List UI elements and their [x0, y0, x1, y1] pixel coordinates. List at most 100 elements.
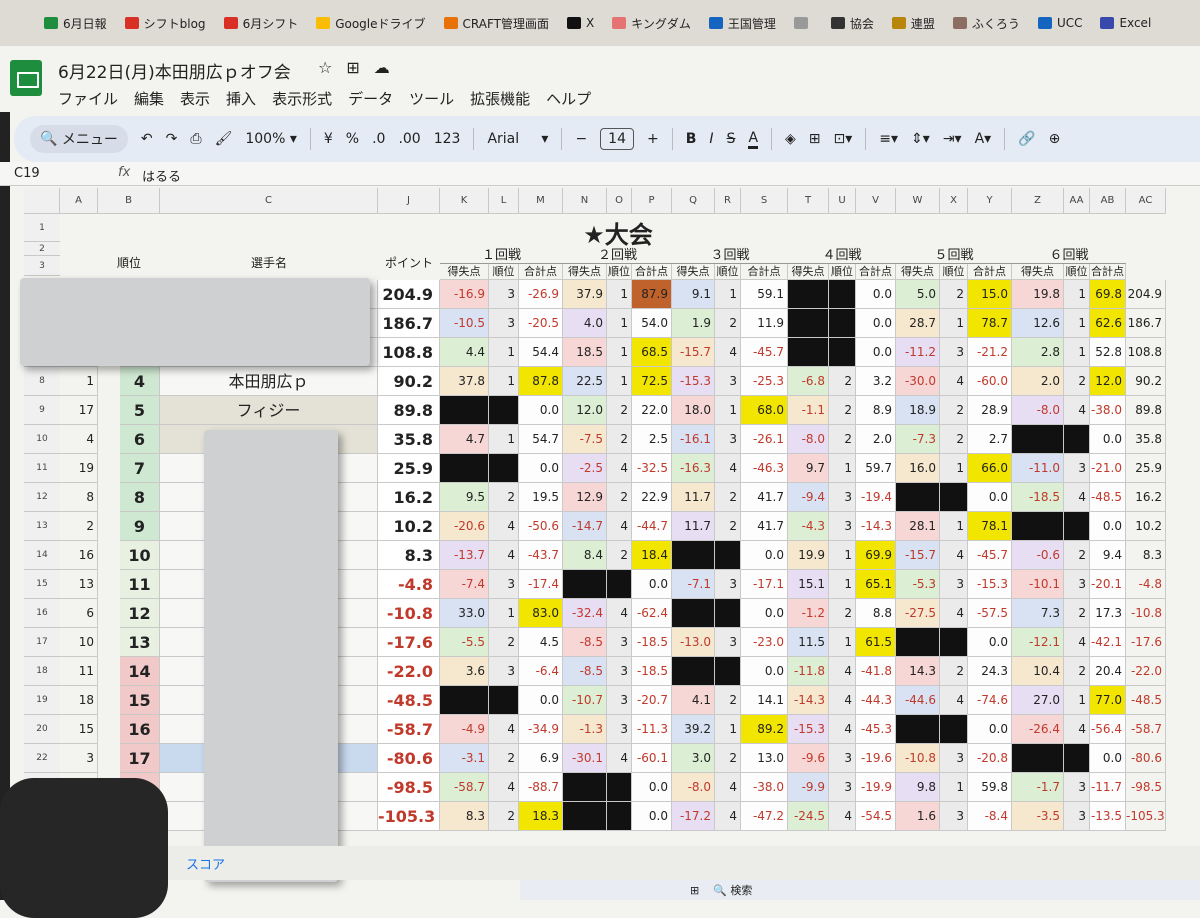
score-cell[interactable]: 0.0	[519, 686, 563, 715]
points-cell[interactable]: -4.8	[378, 570, 440, 599]
score-cell[interactable]: -7.1	[672, 570, 715, 599]
score-cell[interactable]: -21.0	[1090, 454, 1126, 483]
rank-a-cell[interactable]: 2	[60, 512, 98, 541]
rank-a-cell[interactable]: 10	[60, 628, 98, 657]
score-cell[interactable]: -4.9	[440, 715, 489, 744]
bookmark-item[interactable]: シフトblog	[124, 15, 206, 32]
score-cell[interactable]: 4	[607, 512, 632, 541]
total-cell[interactable]: -22.0	[1126, 657, 1166, 686]
score-cell[interactable]: 1	[1064, 309, 1090, 338]
score-cell[interactable]: 2	[829, 599, 856, 628]
score-cell[interactable]: -20.7	[632, 686, 672, 715]
score-cell[interactable]: 0.0	[968, 483, 1012, 512]
score-cell[interactable]: 4	[715, 454, 741, 483]
score-cell[interactable]: 68.5	[632, 338, 672, 367]
score-cell[interactable]: 22.9	[632, 483, 672, 512]
score-cell[interactable]: 37.9	[563, 280, 607, 309]
score-cell[interactable]: -1.1	[788, 396, 829, 425]
score-cell[interactable]: 4	[1064, 483, 1090, 512]
score-cell[interactable]: 1	[829, 541, 856, 570]
column-header[interactable]: N	[563, 188, 607, 214]
score-cell[interactable]: 0.0	[856, 280, 896, 309]
decrease-decimal-button[interactable]: .0	[372, 131, 385, 147]
rank-cell[interactable]: 9	[120, 512, 160, 541]
document-title[interactable]: 6月22日(月)本田朋広ｐオフ会	[58, 58, 291, 83]
points-cell[interactable]: -58.7	[378, 715, 440, 744]
font-size-input[interactable]: 14	[600, 128, 634, 150]
score-cell[interactable]: -7.5	[563, 425, 607, 454]
score-cell[interactable]: 4	[940, 367, 968, 396]
score-cell[interactable]: -11.3	[632, 715, 672, 744]
score-cell[interactable]: -15.7	[672, 338, 715, 367]
score-cell[interactable]: 2	[489, 628, 519, 657]
score-cell[interactable]: 28.7	[896, 309, 940, 338]
score-cell[interactable]: -45.3	[856, 715, 896, 744]
row-header[interactable]: 12	[24, 483, 60, 512]
row-header[interactable]: 19	[24, 686, 60, 715]
column-header[interactable]: AA	[1064, 188, 1090, 214]
font-select[interactable]: Arial ▾	[487, 131, 548, 147]
score-cell[interactable]: 1	[829, 570, 856, 599]
score-cell[interactable]: 18.3	[519, 802, 563, 831]
score-cell[interactable]: -13.0	[672, 628, 715, 657]
rank-cell[interactable]: 14	[120, 657, 160, 686]
score-cell[interactable]: -62.4	[632, 599, 672, 628]
score-cell[interactable]: -7.4	[440, 570, 489, 599]
score-cell[interactable]: -14.7	[563, 512, 607, 541]
score-cell[interactable]: 2	[1064, 541, 1090, 570]
score-cell[interactable]: 1	[1064, 338, 1090, 367]
score-cell[interactable]: 1	[489, 425, 519, 454]
row-header[interactable]: 1	[24, 214, 60, 242]
score-cell[interactable]: -30.1	[563, 744, 607, 773]
score-cell[interactable]: 3	[489, 280, 519, 309]
points-cell[interactable]: 108.8	[378, 338, 440, 367]
score-cell[interactable]: 9.7	[788, 454, 829, 483]
score-cell[interactable]: 3	[1064, 454, 1090, 483]
points-cell[interactable]: 16.2	[378, 483, 440, 512]
rank-a-cell[interactable]: 18	[60, 686, 98, 715]
score-cell[interactable]: 72.5	[632, 367, 672, 396]
score-cell[interactable]: -50.6	[519, 512, 563, 541]
score-cell[interactable]: -15.3	[968, 570, 1012, 599]
score-cell[interactable]: -3.5	[1012, 802, 1064, 831]
vertical-align-icon[interactable]: ⇕▾	[911, 131, 930, 147]
score-cell[interactable]: 68.0	[741, 396, 788, 425]
score-cell[interactable]: -9.4	[788, 483, 829, 512]
score-cell[interactable]: 1.9	[672, 309, 715, 338]
score-cell[interactable]: -6.8	[788, 367, 829, 396]
score-cell[interactable]: 1	[607, 309, 632, 338]
score-cell[interactable]: 59.1	[741, 280, 788, 309]
rank-a-cell[interactable]: 19	[60, 454, 98, 483]
bookmark-item[interactable]	[793, 17, 813, 29]
column-header[interactable]: L	[489, 188, 519, 214]
empty-black-cell[interactable]	[896, 715, 940, 744]
rank-cell[interactable]: 5	[120, 396, 160, 425]
score-cell[interactable]: -11.2	[896, 338, 940, 367]
empty-black-cell[interactable]	[607, 570, 632, 599]
score-cell[interactable]: 4	[489, 512, 519, 541]
bookmark-item[interactable]: 6月日報	[44, 15, 107, 32]
column-header[interactable]: AB	[1090, 188, 1126, 214]
column-header[interactable]: A	[60, 188, 98, 214]
score-cell[interactable]: -12.1	[1012, 628, 1064, 657]
bookmark-item[interactable]: X	[567, 16, 594, 30]
score-cell[interactable]: 22.5	[563, 367, 607, 396]
score-cell[interactable]: 4	[607, 454, 632, 483]
total-cell[interactable]: -4.8	[1126, 570, 1166, 599]
score-cell[interactable]: 1	[715, 280, 741, 309]
score-cell[interactable]: -44.7	[632, 512, 672, 541]
score-cell[interactable]: 3	[489, 657, 519, 686]
empty-black-cell[interactable]	[563, 773, 607, 802]
score-cell[interactable]: -21.2	[968, 338, 1012, 367]
score-cell[interactable]: 2	[715, 512, 741, 541]
text-rotation-icon[interactable]: A▾	[975, 131, 992, 147]
score-cell[interactable]: 0.0	[741, 657, 788, 686]
column-header[interactable]: O	[607, 188, 632, 214]
score-cell[interactable]: 4	[1064, 628, 1090, 657]
score-cell[interactable]: 3	[715, 425, 741, 454]
score-cell[interactable]: -42.1	[1090, 628, 1126, 657]
cloud-status-icon[interactable]: ☁	[374, 58, 390, 77]
font-size-increase-icon[interactable]: +	[647, 131, 659, 147]
column-header[interactable]: Y	[968, 188, 1012, 214]
formula-input[interactable]: はるる	[142, 166, 181, 185]
